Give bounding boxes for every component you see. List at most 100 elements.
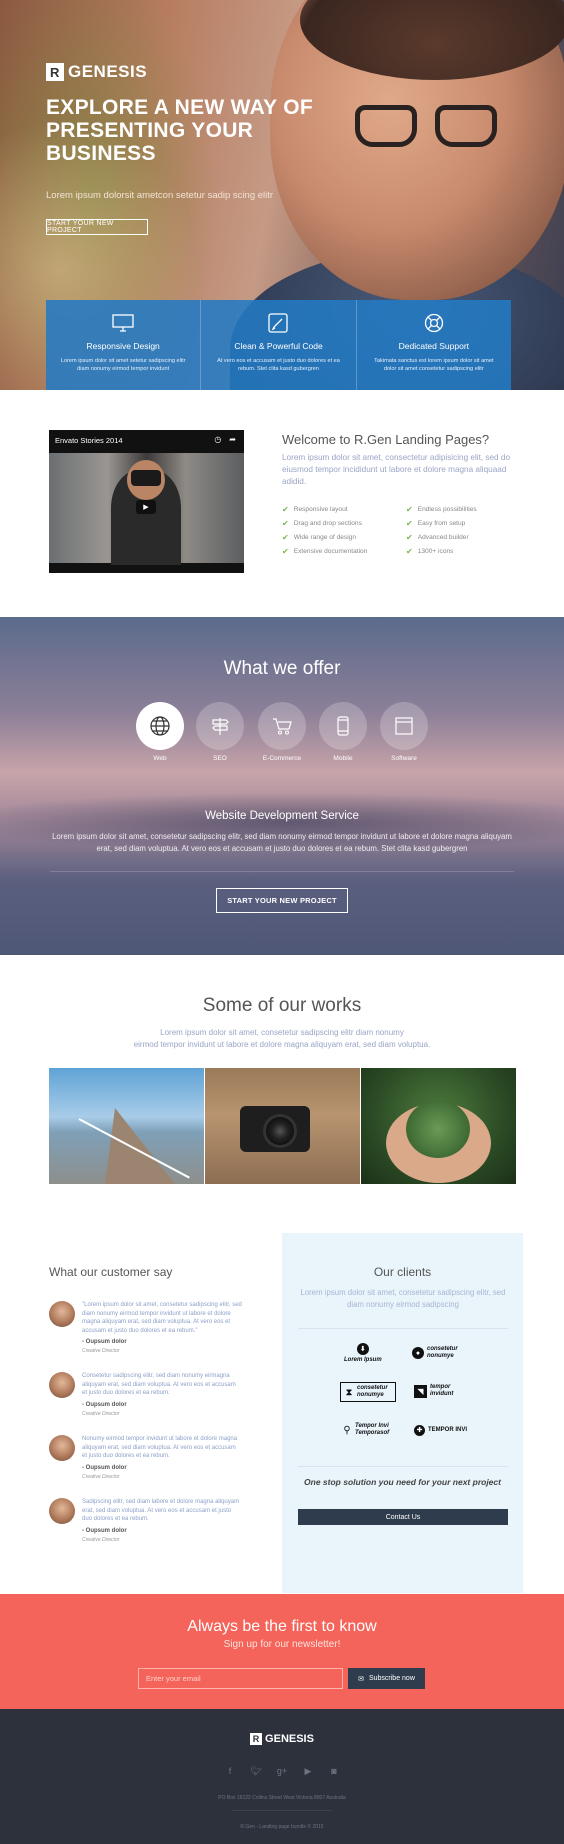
avatar	[49, 1372, 75, 1398]
clients-tagline: One stop solution you need for your next…	[304, 1477, 501, 1487]
check-item: ✔ 1300+ icons	[406, 547, 454, 556]
feature-responsive: Responsive Design Lorem ipsum dolor sit …	[46, 300, 202, 390]
feature-text: Takimata sanctus est lorem ipsum dolor s…	[374, 358, 494, 372]
video-player[interactable]: Envato Stories 2014 ◷ ➦ ▶	[49, 430, 244, 573]
testimonial-name: - Oupsum dolor	[82, 1528, 127, 1534]
portfolio-item-pier[interactable]	[49, 1068, 204, 1184]
play-icon[interactable]: ▶	[136, 500, 156, 514]
client-mark-icon: ⬇	[356, 1343, 369, 1355]
service-tab-ecommerce[interactable]: E-Commerce	[258, 702, 306, 762]
check-icon: ✔	[282, 519, 289, 528]
testimonial-name: - Oupsum dolor	[82, 1465, 127, 1471]
check-icon: ✔	[406, 519, 413, 528]
client-logo[interactable]: ⬇ Lorem Ipsum	[344, 1343, 382, 1364]
facebook-icon[interactable]: f	[224, 1765, 236, 1777]
testimonial: Nonumy eirmod tempor invidunt ut labore …	[49, 1435, 239, 1483]
client-logo[interactable]: ⚲ Tempor Invi Temporasof	[342, 1423, 406, 1437]
feature-code: Clean & Powerful Code At vero eos et acc…	[201, 300, 357, 390]
testimonials-title: What our customer say	[49, 1265, 173, 1279]
service-label: Software	[391, 755, 417, 762]
mobile-icon	[337, 716, 349, 736]
client-logo[interactable]: ✚ TEMPOR INVI	[414, 1425, 474, 1436]
offer-divider	[50, 871, 514, 872]
hero-subtitle: Lorem ipsum dolorsit ametcon setetur sad…	[46, 190, 274, 201]
twitter-icon[interactable]: 🐦︎	[250, 1765, 262, 1777]
service-tab-seo[interactable]: SEO	[196, 702, 244, 762]
share-icon[interactable]: ➦	[229, 435, 236, 444]
check-icon: ✔	[282, 533, 289, 542]
check-icon: ✔	[282, 505, 289, 514]
window-icon	[395, 717, 413, 735]
clients-divider	[298, 1328, 508, 1329]
testimonial-quote: Sadipscing elitr, sed diam labore et dol…	[82, 1499, 240, 1522]
works-lead: Lorem ipsum dolor sit amet, consetetur s…	[133, 1028, 431, 1049]
email-field[interactable]	[138, 1668, 343, 1689]
site-logo[interactable]: R GENESIS	[46, 62, 147, 82]
clients-lead: Lorem ipsum dolor sit amet, consetetur s…	[300, 1288, 506, 1309]
testimonial-quote: Consetetur sadipscing elitr, sed diam no…	[82, 1373, 236, 1396]
logo-mark: R	[250, 1733, 263, 1745]
subscribe-button[interactable]: ✉ Subscribe now	[348, 1668, 425, 1689]
hero-person-glasses	[355, 105, 505, 151]
video-camera	[131, 470, 161, 486]
clock-icon[interactable]: ◷	[214, 435, 221, 444]
service-label: Web	[153, 755, 167, 762]
testimonial: Sadipscing elitr, sed diam labore et dol…	[49, 1498, 239, 1546]
portfolio-item-camera[interactable]	[205, 1068, 360, 1184]
feature-title: Dedicated Support	[398, 341, 470, 351]
testimonial-name: - Oupsum dolor	[82, 1402, 127, 1408]
feature-title: Clean & Powerful Code	[234, 341, 323, 351]
check-icon: ✔	[406, 533, 413, 542]
service-tab-web[interactable]: Web	[136, 702, 184, 762]
portfolio-item-plant[interactable]	[361, 1068, 516, 1184]
monitor-icon	[112, 314, 134, 332]
hero-section: R GENESIS EXPLORE A NEW WAY OF PRESENTIN…	[0, 0, 564, 390]
globe-icon	[150, 716, 170, 736]
client-logo[interactable]: ◥ tempor invidunt	[414, 1384, 470, 1398]
social-links: f 🐦︎ g+ ▶ ◙	[0, 1765, 564, 1777]
service-tab-software[interactable]: Software	[380, 702, 428, 762]
client-mark-icon: ◥	[414, 1384, 427, 1398]
youtube-icon[interactable]: ▶	[302, 1765, 314, 1777]
clients-title: Our clients	[373, 1265, 432, 1279]
service-label: SEO	[213, 755, 227, 762]
testimonial-role: Creative Director	[82, 1474, 120, 1480]
check-item: ✔ Responsive layout	[282, 505, 348, 514]
check-item: ✔ Easy from setup	[406, 519, 466, 528]
welcome-lead: Lorem ipsum dolor sit amet, consectetur …	[282, 453, 510, 486]
hero-headline: EXPLORE A NEW WAY OF PRESENTING YOUR BUS…	[46, 96, 313, 165]
feature-text: At vero eos et accusam et justo duo dolo…	[217, 358, 340, 372]
works-title: Some of our works	[202, 995, 362, 1016]
feature-title: Responsive Design	[86, 341, 160, 351]
feature-checklist: ✔ Responsive layout ✔ Endless possibilitie…	[282, 505, 522, 556]
check-item: ✔ Drag and drop sections	[282, 519, 362, 528]
lifebuoy-icon	[424, 313, 443, 333]
site-footer: R GENESIS f 🐦︎ g+ ▶ ◙ PO Box 16122 Colli…	[0, 1709, 564, 1844]
check-icon: ✔	[282, 547, 289, 556]
envelope-icon: ✉	[358, 1675, 364, 1683]
video-title: Envato Stories 2014	[55, 436, 123, 445]
offer-section: What we offer Web SEO E-Commerce Mobile …	[0, 617, 564, 955]
hourglass-icon: ⧗	[345, 1386, 353, 1397]
contact-us-button[interactable]: Contact Us	[298, 1509, 508, 1525]
client-logo[interactable]: ● consetetur nonumye	[412, 1346, 472, 1360]
testimonial-name: - Oupsum dolor	[82, 1339, 127, 1345]
avatar	[49, 1301, 75, 1327]
footer-divider	[232, 1810, 332, 1811]
feature-support: Dedicated Support Takimata sanctus est l…	[356, 300, 511, 390]
footer-logo[interactable]: R GENESIS	[0, 1733, 564, 1745]
instagram-icon[interactable]: ◙	[328, 1765, 340, 1777]
google-plus-icon[interactable]: g+	[276, 1765, 288, 1777]
landing-page: R GENESIS EXPLORE A NEW WAY OF PRESENTIN…	[0, 0, 564, 1844]
client-mark-icon: ✚	[414, 1425, 425, 1436]
client-logo[interactable]: ⧗ consetetur nonumye	[340, 1382, 396, 1402]
welcome-title: Welcome to R.Gen Landing Pages?	[282, 432, 490, 447]
check-item: ✔ Wide range of design	[282, 533, 357, 542]
service-description: Lorem ipsum dolor sit amet, consetetur s…	[52, 832, 512, 853]
check-item: ✔ Advanced builder	[406, 533, 469, 542]
hero-cta-button[interactable]: START YOUR NEW PROJECT	[46, 219, 148, 235]
service-tab-mobile[interactable]: Mobile	[319, 702, 367, 762]
testimonial-quote: "Lorem ipsum dolor sit amet, consetetur …	[82, 1302, 242, 1334]
check-item: ✔ Extensive documentation	[282, 547, 368, 556]
offer-cta-button[interactable]: START YOUR NEW PROJECT	[216, 888, 348, 913]
